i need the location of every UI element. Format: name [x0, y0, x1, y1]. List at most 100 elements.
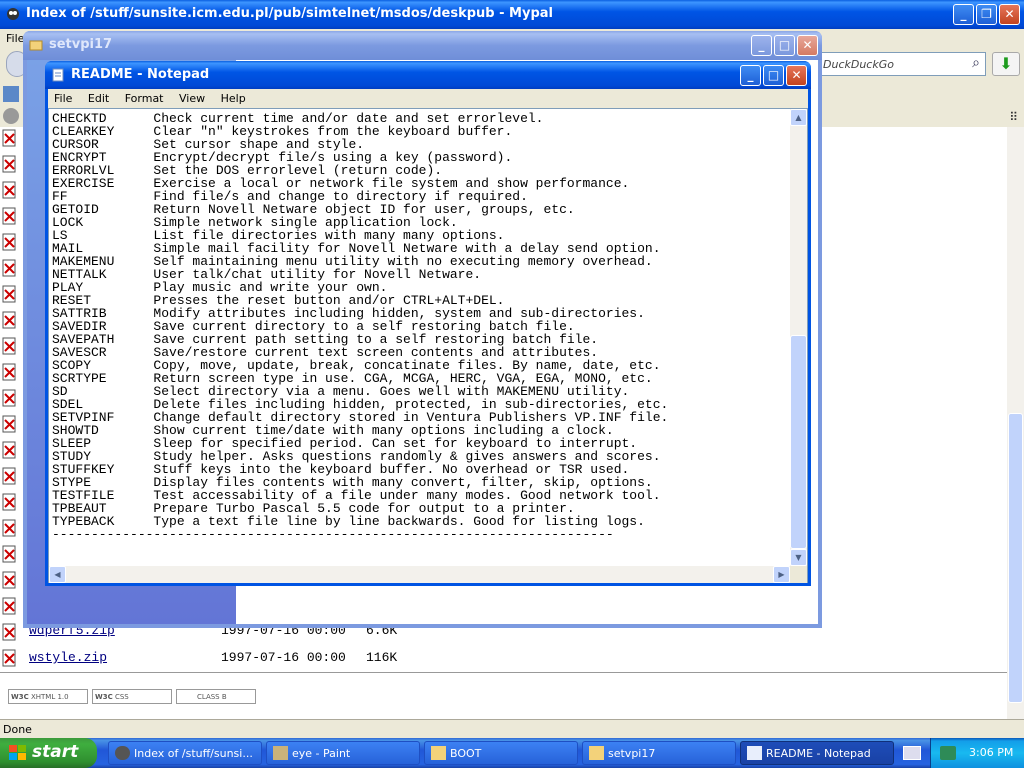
scrollbar-thumb[interactable]	[1008, 413, 1023, 703]
scroll-right-icon[interactable]: ▶	[773, 566, 790, 583]
task-paint[interactable]: eye - Paint	[266, 741, 420, 765]
notepad-text[interactable]: CHECKTD Check current time and/or date a…	[52, 112, 788, 562]
file-icon	[2, 207, 16, 225]
file-icon	[2, 571, 16, 589]
file-icon	[2, 259, 16, 277]
text-line: ----------------------------------------…	[52, 527, 614, 542]
notepad-editor[interactable]: CHECKTD Check current time and/or date a…	[48, 108, 808, 583]
grid-icon[interactable]: ⠿	[1009, 110, 1018, 124]
close-button[interactable]: ✕	[786, 65, 807, 86]
scrollbar-thumb[interactable]	[790, 335, 807, 549]
menu-view[interactable]: View	[173, 89, 211, 105]
status-bar: Done	[0, 719, 1024, 738]
folder-icon	[29, 40, 43, 51]
taskbar: start Index of /stuff/sunsi... eye - Pai…	[0, 738, 1024, 768]
scroll-down-icon[interactable]: ▼	[790, 549, 807, 566]
badge-label: CSS	[114, 693, 129, 701]
task-label: BOOT	[450, 747, 482, 760]
file-icon	[2, 467, 16, 485]
reload-icon[interactable]	[3, 108, 19, 124]
badge-prefix: W3C	[11, 693, 29, 701]
minimize-button[interactable]: _	[740, 65, 761, 86]
close-button[interactable]: ✕	[999, 4, 1020, 25]
minimize-button[interactable]: _	[953, 4, 974, 25]
system-tray: 3:06 PM	[930, 738, 1024, 768]
task-label: setvpi17	[608, 747, 656, 760]
file-icon	[2, 389, 16, 407]
mypal-icon	[7, 8, 19, 20]
divider	[0, 672, 1007, 673]
status-text: Done	[3, 723, 32, 736]
file-icon	[2, 415, 16, 433]
notepad-icon	[747, 746, 762, 760]
scroll-up-icon[interactable]: ▲	[790, 109, 807, 126]
search-icon[interactable]: ⌕	[972, 55, 980, 71]
file-icon	[2, 623, 16, 641]
menu-help[interactable]: Help	[215, 89, 252, 105]
notepad-window: README - Notepad _ □ ✕ File Edit Format …	[45, 61, 811, 586]
keyboard-icon[interactable]	[903, 746, 921, 760]
file-icon	[2, 519, 16, 537]
task-label: Index of /stuff/sunsi...	[134, 747, 253, 760]
start-label: start	[32, 742, 79, 762]
class-b-badge[interactable]: CLASS B	[176, 689, 256, 704]
explorer-title: setvpi17	[49, 37, 113, 52]
task-setvpi17-folder[interactable]: setvpi17	[582, 741, 736, 765]
start-button[interactable]: start	[0, 738, 97, 768]
task-browser[interactable]: Index of /stuff/sunsi...	[108, 741, 262, 765]
search-input[interactable]: DuckDuckGo ⌕	[818, 52, 986, 76]
file-icon	[2, 363, 16, 381]
search-placeholder: DuckDuckGo	[823, 58, 894, 71]
badge-label: CLASS B	[197, 693, 227, 701]
page-scrollbar[interactable]	[1007, 127, 1024, 719]
file-icon	[2, 181, 16, 199]
file-link-wstyle[interactable]: wstyle.zip	[29, 650, 107, 665]
css-badge[interactable]: W3C CSS	[92, 689, 172, 704]
bookmark-icon[interactable]	[3, 86, 19, 102]
maximize-button[interactable]: □	[774, 35, 795, 56]
folder-icon	[431, 746, 446, 760]
badge-prefix: W3C	[95, 693, 113, 701]
notepad-hscrollbar[interactable]: ◀ ▶	[49, 566, 790, 583]
menu-file[interactable]: File	[48, 89, 78, 105]
browser-titlebar[interactable]: Index of /stuff/sunsite.icm.edu.pl/pub/s…	[0, 0, 1024, 29]
windows-logo-icon	[9, 745, 26, 760]
paint-icon	[273, 746, 288, 760]
file-icon	[2, 545, 16, 563]
file-icon	[2, 233, 16, 251]
clock[interactable]: 3:06 PM	[969, 746, 1013, 759]
notepad-menubar: File Edit Format View Help	[48, 89, 808, 108]
mypal-icon	[115, 746, 130, 760]
file-icon	[2, 441, 16, 459]
file-icon	[2, 311, 16, 329]
file-icon	[2, 337, 16, 355]
folder-icon	[589, 746, 604, 760]
file-icon	[2, 649, 16, 667]
file-icon	[2, 129, 16, 147]
notepad-titlebar[interactable]: README - Notepad _ □ ✕	[45, 61, 811, 89]
task-notepad[interactable]: README - Notepad	[740, 741, 894, 765]
notepad-icon	[52, 68, 64, 82]
menu-edit[interactable]: Edit	[82, 89, 115, 105]
file-icon	[2, 597, 16, 615]
badge-label: XHTML 1.0	[30, 693, 69, 701]
xhtml-badge[interactable]: W3C XHTML 1.0	[8, 689, 88, 704]
close-button[interactable]: ✕	[797, 35, 818, 56]
download-icon[interactable]: ⬇	[992, 52, 1020, 76]
size-grip[interactable]	[790, 566, 807, 583]
file-date: 1997-07-16 00:00	[221, 650, 346, 665]
browser-title: Index of /stuff/sunsite.icm.edu.pl/pub/s…	[26, 6, 554, 21]
file-icon	[2, 285, 16, 303]
notepad-vscrollbar[interactable]: ▲ ▼	[790, 109, 807, 566]
minimize-button[interactable]: _	[751, 35, 772, 56]
menu-format[interactable]: Format	[119, 89, 170, 105]
file-icon	[2, 493, 16, 511]
restore-button[interactable]: ❐	[976, 4, 997, 25]
task-label: README - Notepad	[766, 747, 871, 760]
scroll-left-icon[interactable]: ◀	[49, 566, 66, 583]
maximize-button[interactable]: □	[763, 65, 784, 86]
task-boot-folder[interactable]: BOOT	[424, 741, 578, 765]
notepad-title: README - Notepad	[71, 67, 210, 82]
explorer-titlebar[interactable]: setvpi17 _ □ ✕	[23, 31, 822, 60]
network-icon[interactable]	[940, 746, 956, 760]
